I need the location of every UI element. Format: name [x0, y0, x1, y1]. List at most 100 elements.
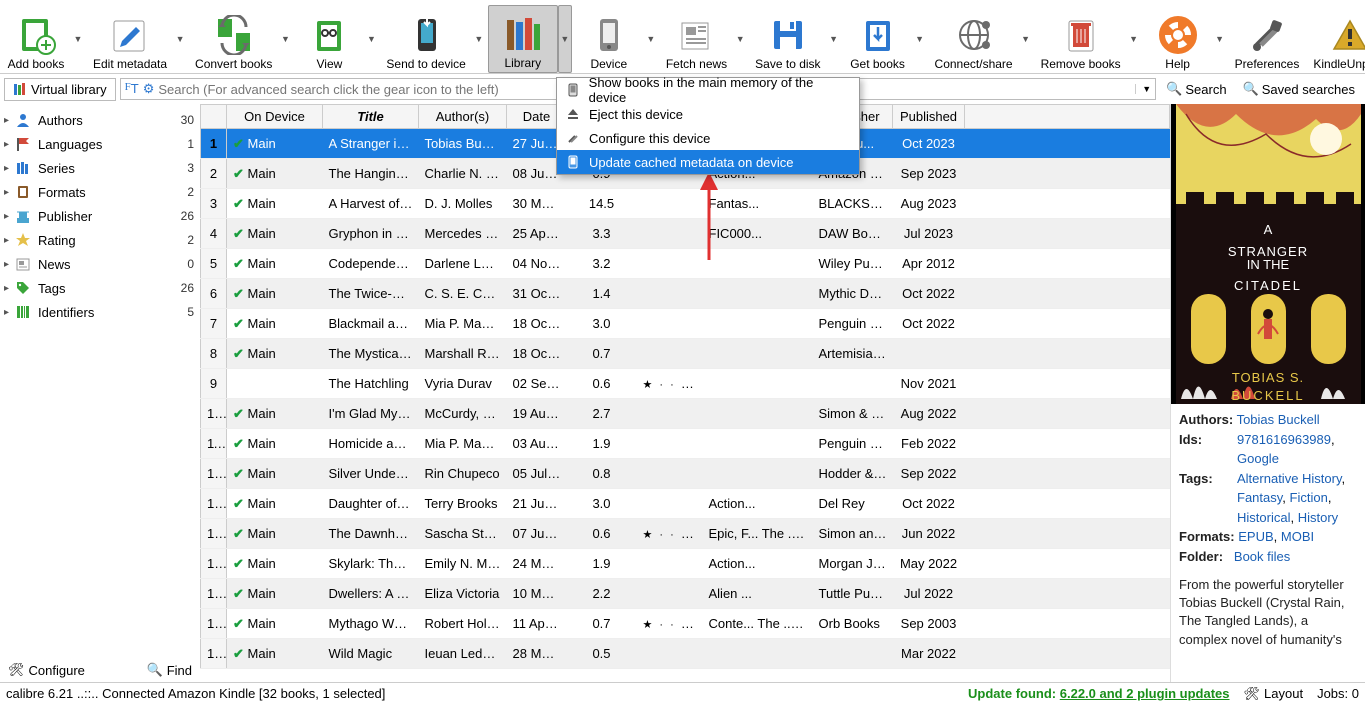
view-dropdown[interactable]: ▼ [364, 5, 378, 73]
remove-books-button[interactable]: Remove books [1035, 5, 1127, 73]
saved-searches-button[interactable]: 🔍 Saved searches [1237, 78, 1361, 100]
authors-link[interactable]: Tobias Buckell [1237, 412, 1320, 427]
sidebar-item-rating[interactable]: ▸Rating2 [0, 228, 200, 252]
tag-link[interactable]: History [1298, 510, 1338, 525]
connect-share-button[interactable]: Connect/share [929, 5, 1019, 73]
add-books-button[interactable]: Add books [1, 5, 71, 73]
get-books-button[interactable]: Get books [843, 5, 913, 73]
add-books-dropdown[interactable]: ▼ [71, 5, 85, 73]
search-button[interactable]: 🔍 Search [1160, 78, 1232, 100]
folder-link[interactable]: Book files [1234, 549, 1290, 564]
table-row[interactable]: 11✔ MainHomicide and ...Mia P. Mana...03… [201, 429, 1170, 459]
table-row[interactable]: 6✔ MainThe Twice-Dro...C. S. E. Cooney31… [201, 279, 1170, 309]
sidebar-item-identifiers[interactable]: ▸Identifiers5 [0, 300, 200, 324]
column-header[interactable] [201, 105, 227, 129]
context-menu-item[interactable]: Show books in the main memory of the dev… [557, 78, 859, 102]
cell: Jul 2023 [893, 219, 965, 249]
context-menu-item[interactable]: Configure this device [557, 126, 859, 150]
chevron-down-icon[interactable]: ▼ [1135, 84, 1151, 94]
table-row[interactable]: 9The HatchlingVyria Durav02 Sep 20...0.6… [201, 369, 1170, 399]
table-row[interactable]: 12✔ MainSilver Under Ni...Rin Chupeco05 … [201, 459, 1170, 489]
table-row[interactable]: 10✔ MainI'm Glad My M...McCurdy, Je...19… [201, 399, 1170, 429]
device-button[interactable]: Device [574, 5, 644, 73]
cell: 6 [201, 279, 227, 309]
device-dropdown[interactable]: ▼ [644, 5, 658, 73]
edit-metadata-button[interactable]: Edit metadata [87, 5, 173, 73]
cell [965, 339, 1170, 369]
table-row[interactable]: 8✔ MainThe Mystical M...Marshall Rya...1… [201, 339, 1170, 369]
tools-icon: 🛠 [8, 662, 25, 678]
preferences-button[interactable]: Preferences [1229, 5, 1306, 73]
cell: 2.7 [567, 399, 637, 429]
cell: 12 [201, 459, 227, 489]
library-icon [501, 12, 545, 56]
fetch-news-dropdown[interactable]: ▼ [733, 5, 747, 73]
table-row[interactable]: 4✔ MainGryphon in Lig...Mercedes La...25… [201, 219, 1170, 249]
id-google-link[interactable]: Google [1237, 451, 1279, 466]
cell: Emily N. Mad... [419, 549, 507, 579]
table-row[interactable]: 5✔ MainCodependencyDarlene Lanc...04 Nov… [201, 249, 1170, 279]
help-dropdown[interactable]: ▼ [1213, 5, 1227, 73]
context-menu-item[interactable]: Update cached metadata on device [557, 150, 859, 174]
view-button[interactable]: View [294, 5, 364, 73]
save-to-disk-dropdown[interactable]: ▼ [827, 5, 841, 73]
table-row[interactable]: 18✔ MainWild MagicIeuan Ledger28 Mar 2..… [201, 639, 1170, 669]
jobs-count[interactable]: Jobs: 0 [1317, 686, 1359, 701]
remove-books-dropdown[interactable]: ▼ [1127, 5, 1141, 73]
id-link[interactable]: 9781616963989 [1237, 432, 1331, 447]
sidebar-item-formats[interactable]: ▸Formats2 [0, 180, 200, 204]
find-button[interactable]: 🔍 Find [147, 662, 192, 678]
sidebar-item-tags[interactable]: ▸Tags26 [0, 276, 200, 300]
connect-share-dropdown[interactable]: ▼ [1019, 5, 1033, 73]
column-header[interactable]: Author(s) [419, 105, 507, 129]
table-row[interactable]: 15✔ MainSkylark: The Dr...Emily N. Mad..… [201, 549, 1170, 579]
send-to-device-dropdown[interactable]: ▼ [472, 5, 486, 73]
tag-link[interactable]: Fantasy [1237, 490, 1282, 505]
column-header[interactable]: Published [893, 105, 965, 129]
save-to-disk-button[interactable]: Save to disk [749, 5, 826, 73]
table-row[interactable]: 16✔ MainDwellers: A No...Eliza Victoria1… [201, 579, 1170, 609]
cell: Mythago Wood [323, 609, 419, 639]
convert-books-dropdown[interactable]: ▼ [278, 5, 292, 73]
format-link[interactable]: EPUB [1238, 529, 1273, 544]
tag-link[interactable]: Alternative History [1237, 471, 1342, 486]
layout-button[interactable]: 🛠Layout [1244, 686, 1304, 702]
table-row[interactable]: 17✔ MainMythago WoodRobert Holds...11 Ap… [201, 609, 1170, 639]
column-header[interactable]: On Device [227, 105, 323, 129]
sidebar-item-series[interactable]: ▸Series3 [0, 156, 200, 180]
chevron-right-icon: ▸ [4, 307, 14, 318]
fetch-news-button[interactable]: Fetch news [660, 5, 733, 73]
context-menu-item[interactable]: Eject this device [557, 102, 859, 126]
book-list[interactable]: On DeviceTitleAuthor(s)DateSize (MB)Rati… [200, 104, 1170, 682]
library-button[interactable]: Library [488, 5, 558, 73]
kindleunpack-button[interactable]: KindleUnpack [1307, 5, 1365, 73]
font-icon[interactable]: FT [125, 81, 139, 96]
virtual-library-button[interactable]: Virtual library [4, 78, 116, 101]
toolbar-label: Device [590, 57, 627, 71]
sidebar-item-authors[interactable]: ▸Authors30 [0, 108, 200, 132]
library-dropdown[interactable]: ▼ [558, 5, 572, 73]
tag-link[interactable]: Historical [1237, 510, 1290, 525]
update-link[interactable]: 6.22.0 and 2 plugin updates [1060, 686, 1230, 701]
get-books-dropdown[interactable]: ▼ [913, 5, 927, 73]
format-link[interactable]: MOBI [1281, 529, 1314, 544]
table-row[interactable]: 14✔ MainThe DawnhoundsSascha Stron...07 … [201, 519, 1170, 549]
cell [703, 249, 813, 279]
edit-metadata-dropdown[interactable]: ▼ [173, 5, 187, 73]
table-row[interactable]: 3✔ MainA Harvest of As...D. J. Molles30 … [201, 189, 1170, 219]
configure-button[interactable]: 🛠 Configure [8, 662, 85, 678]
help-button[interactable]: Help [1143, 5, 1213, 73]
table-row[interactable]: 7✔ MainBlackmail and ...Mia P. Mana...18… [201, 309, 1170, 339]
cover-image[interactable]: A STRANGER IN THE CITADEL TOBIAS S. BUCK… [1171, 104, 1365, 404]
sidebar-item-news[interactable]: ▸News0 [0, 252, 200, 276]
tag-icon [14, 280, 32, 296]
sidebar-item-languages[interactable]: ▸Languages1 [0, 132, 200, 156]
table-row[interactable]: 13✔ MainDaughter of Da...Terry Brooks21 … [201, 489, 1170, 519]
gear-icon[interactable]: ⚙ [143, 81, 155, 97]
sidebar-item-publisher[interactable]: ▸Publisher26 [0, 204, 200, 228]
convert-books-button[interactable]: Convert books [189, 5, 278, 73]
toolbar-label: Add books [8, 57, 65, 71]
column-header[interactable]: Title [323, 105, 419, 129]
send-to-device-button[interactable]: Send to device [380, 5, 471, 73]
tag-link[interactable]: Fiction [1290, 490, 1328, 505]
